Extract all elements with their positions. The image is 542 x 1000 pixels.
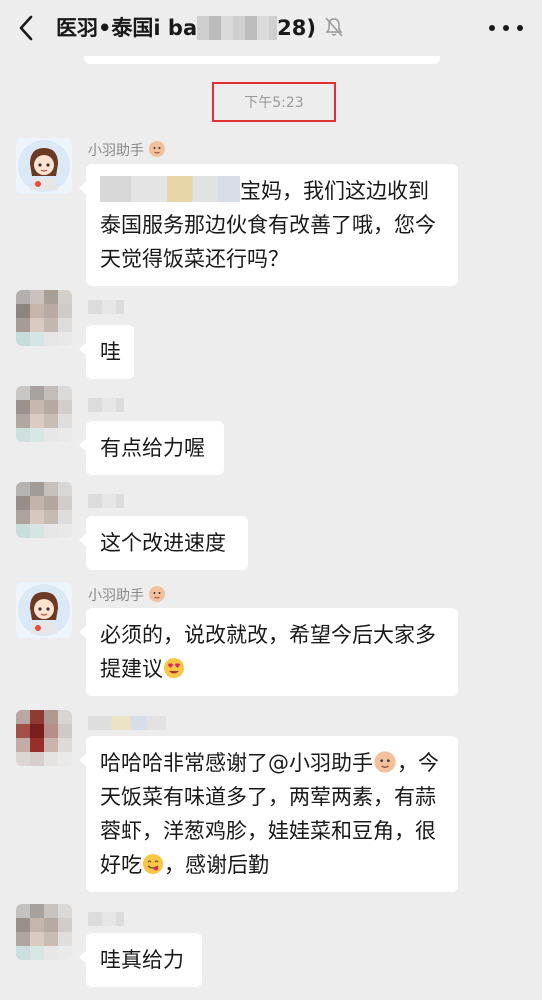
message-text: 哇真给力 [100, 948, 184, 972]
avatar-member[interactable] [16, 290, 72, 346]
sender-name-redaction [88, 912, 124, 926]
message-bubble[interactable]: 有点给力喔 [79, 421, 224, 475]
message-bubble[interactable]: 哇真给力 [79, 933, 202, 987]
chat-title-suffix: 28) [277, 16, 316, 40]
sender-name-text: 小羽助手 [88, 143, 144, 159]
sender-name: 小羽助手 [88, 140, 166, 160]
more-icon[interactable] [488, 24, 524, 32]
message-text-part: 哈哈哈非常感谢了@小羽助手 [100, 751, 373, 775]
chat-title-prefix: 医羽•泰国i ba [56, 16, 198, 40]
timestamp-highlight: 下午5:23 [212, 82, 336, 122]
message-text: 有点给力喔 [100, 436, 205, 460]
assistant-avatar-icon [18, 140, 70, 192]
title-redaction [197, 16, 278, 40]
back-icon[interactable] [16, 14, 36, 42]
message-text: 这个改进速度 [100, 531, 226, 555]
baby-face-icon [374, 751, 396, 773]
avatar-assistant[interactable] [16, 138, 72, 194]
sender-name-redaction [88, 300, 124, 314]
assistant-avatar-icon [18, 584, 70, 636]
yum-emoji [143, 854, 163, 874]
baby-face-icon [149, 141, 166, 157]
message-bubble[interactable]: 哈哈哈非常感谢了@小羽助手 ，今天饭菜有味道多了，两荤两素，有蒜蓉虾，洋葱鸡胗，… [79, 736, 458, 892]
sender-name-redaction [88, 494, 124, 508]
timestamp: 下午5:23 [244, 95, 304, 111]
avatar-member[interactable] [16, 386, 72, 442]
mention-redaction [100, 176, 240, 202]
previous-message-edge [84, 56, 440, 64]
sender-name-redaction [88, 716, 166, 730]
sender-name-redaction [88, 398, 124, 412]
message-bubble[interactable]: 这个改进速度 [79, 516, 248, 570]
heart-eyes-emoji [164, 658, 184, 678]
mute-icon [325, 17, 343, 37]
message-bubble[interactable]: 宝妈，我们这边收到泰国服务那边伙食有改善了哦，您今天觉得饭菜还行吗？ [79, 164, 458, 286]
message-text: 必须的，说改就改，希望今后大家多提建议 [100, 623, 436, 681]
message-bubble[interactable]: 哇 [79, 325, 134, 379]
sender-name-text: 小羽助手 [88, 588, 144, 604]
avatar-member[interactable] [16, 482, 72, 538]
message-text-part: ，感谢后勤 [164, 853, 269, 877]
baby-face-icon [149, 586, 166, 602]
avatar-member[interactable] [16, 710, 72, 766]
avatar-member[interactable] [16, 904, 72, 960]
chat-title: 医羽•泰国i ba 28) [56, 12, 316, 42]
avatar-assistant[interactable] [16, 582, 72, 638]
message-bubble[interactable]: 必须的，说改就改，希望今后大家多提建议 [79, 608, 458, 696]
chat-header: 医羽•泰国i ba 28) [0, 0, 542, 56]
message-text: 哇 [100, 340, 121, 364]
sender-name: 小羽助手 [88, 585, 166, 605]
